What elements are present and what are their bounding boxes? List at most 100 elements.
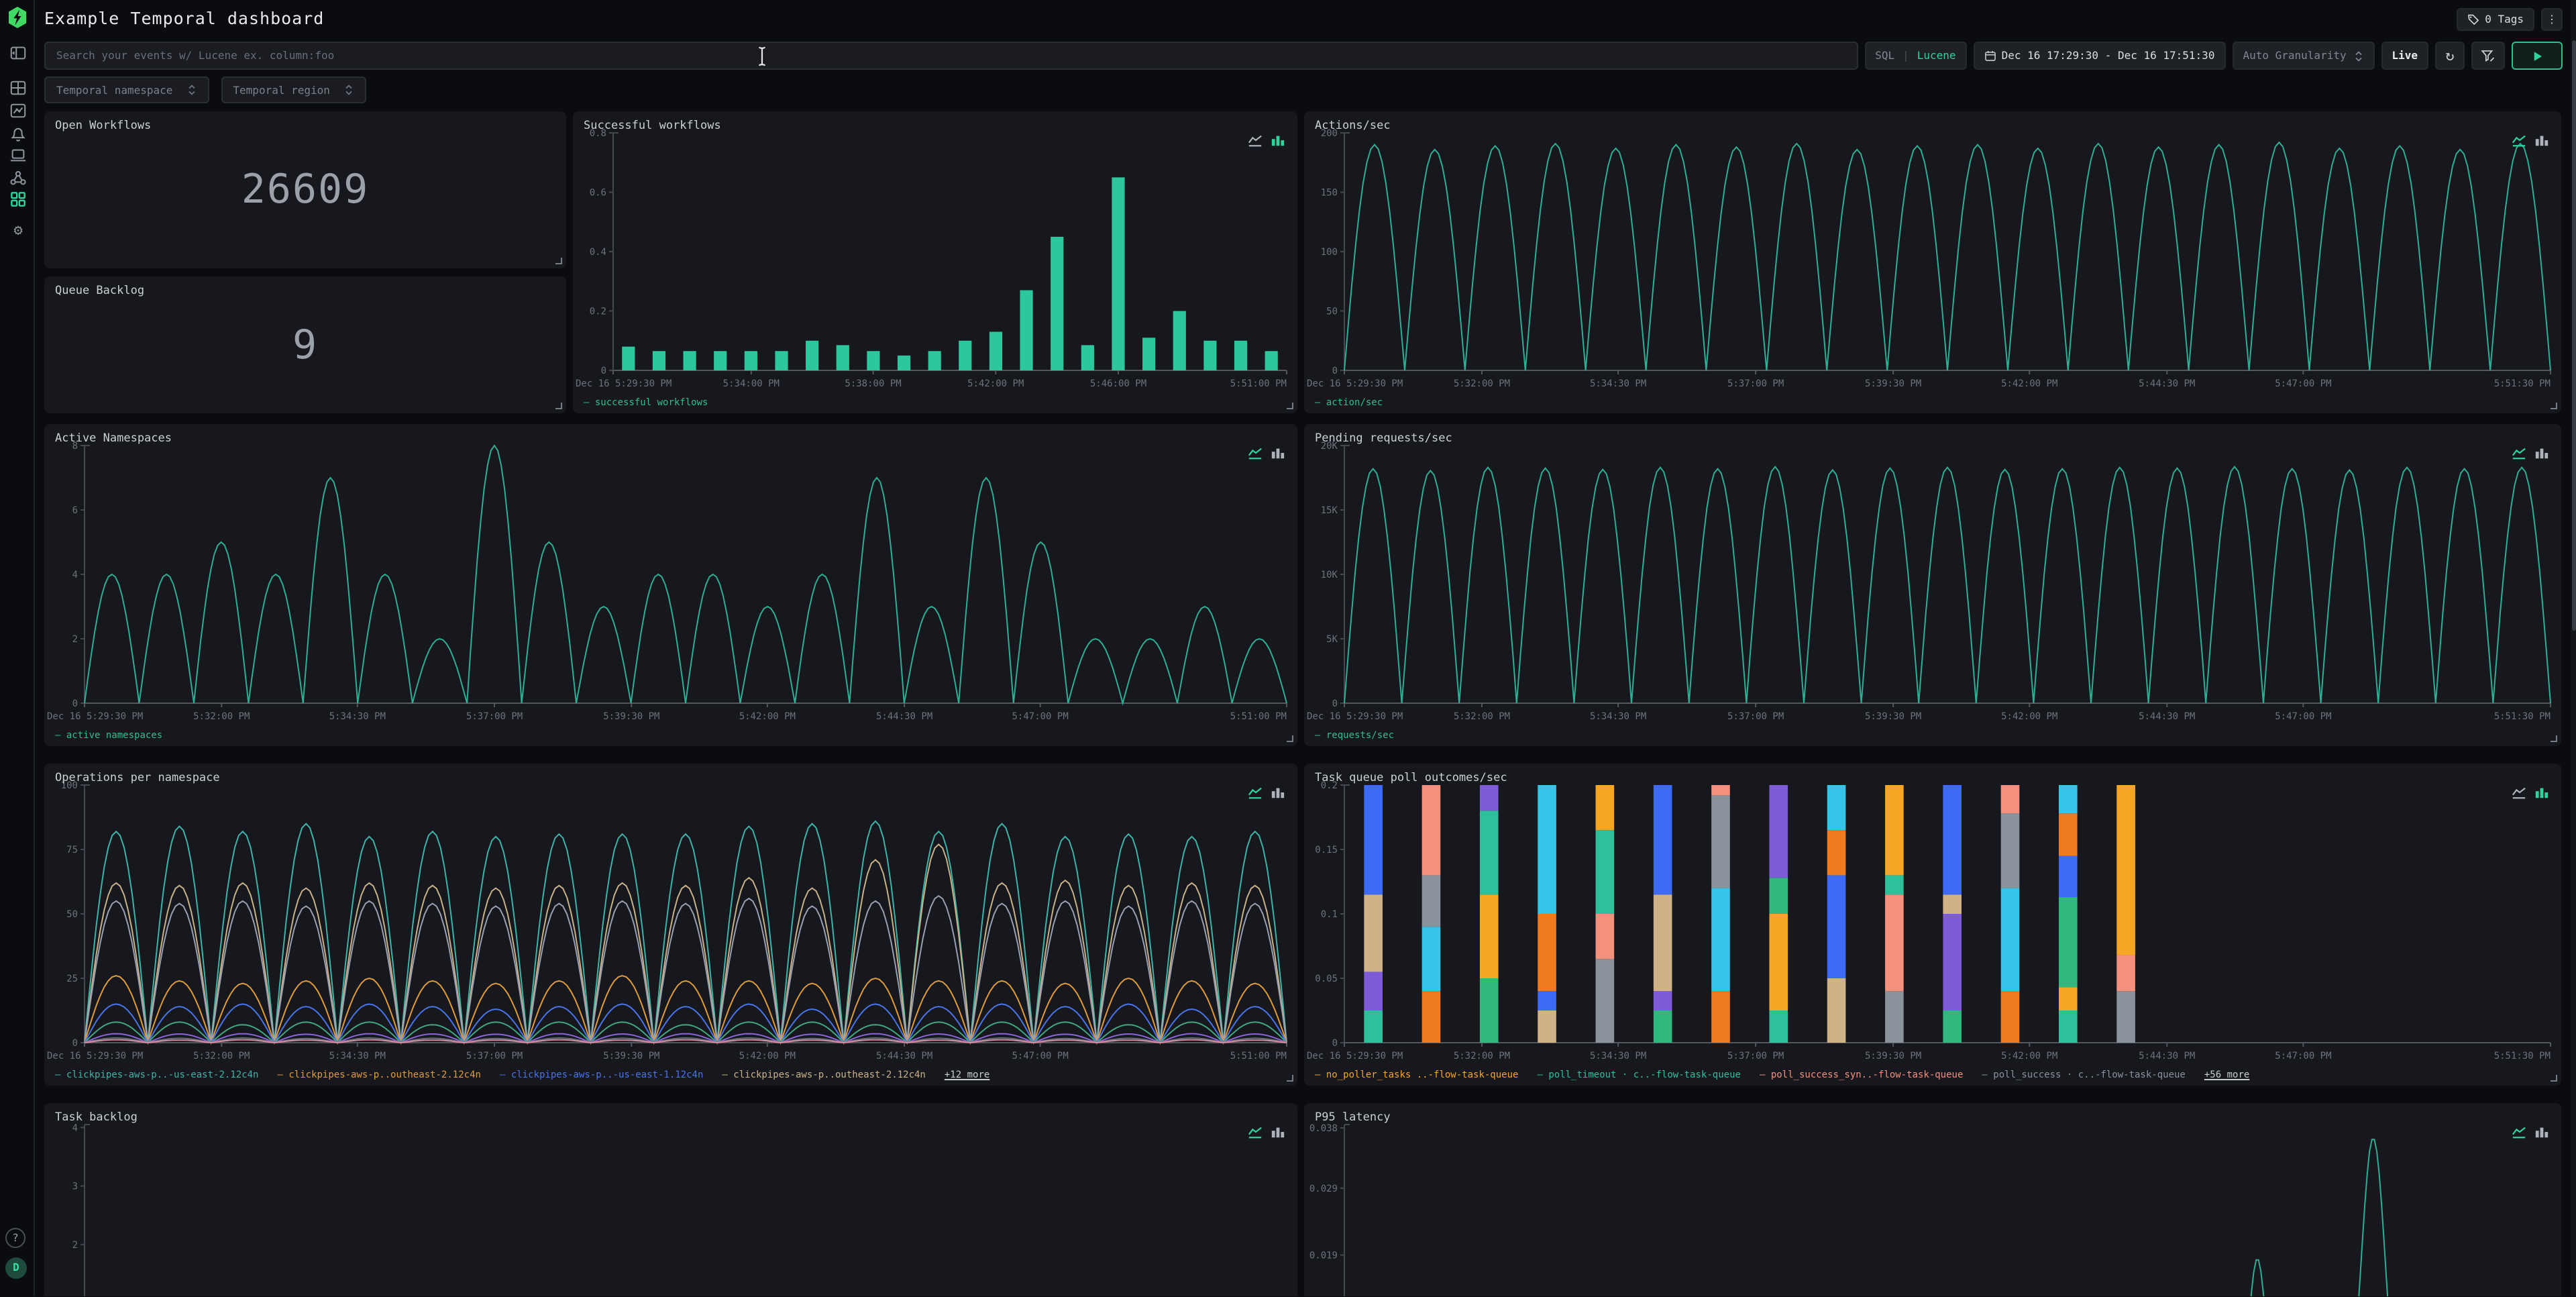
page-title: Example Temporal dashboard bbox=[44, 8, 324, 28]
line-chart-toggle-icon[interactable] bbox=[1248, 133, 1263, 148]
resize-handle[interactable] bbox=[2551, 735, 2557, 742]
resize-handle[interactable] bbox=[1287, 735, 1293, 742]
bar-chart-toggle-icon[interactable] bbox=[1271, 446, 1285, 460]
dashboards-icon[interactable] bbox=[9, 191, 27, 208]
legend-more[interactable]: +56 more bbox=[2204, 1070, 2249, 1080]
hosts-laptop-icon[interactable] bbox=[9, 146, 27, 164]
date-range-picker[interactable]: Dec 16 17:29:30 - Dec 16 17:51:30 bbox=[1974, 42, 2226, 70]
scrollbar-thumb[interactable] bbox=[2571, 40, 2576, 631]
collapse-sidebar-icon[interactable] bbox=[9, 44, 27, 62]
legend-item[interactable]: — poll_timeout · c..-flow-task-queue bbox=[1537, 1070, 1740, 1080]
active-namespaces-chart[interactable]: 02468Dec 16 5:29:30 PM5:32:00 PM5:34:30 … bbox=[44, 424, 1297, 746]
line-chart-toggle-icon[interactable] bbox=[1248, 1125, 1263, 1139]
legend-item[interactable]: — clickpipes-aws-p..outheast-2.12c4n bbox=[277, 1070, 480, 1080]
svg-text:5:37:00 PM: 5:37:00 PM bbox=[466, 1051, 523, 1061]
svg-text:15K: 15K bbox=[1321, 505, 1338, 516]
scrollbar[interactable] bbox=[2571, 0, 2576, 1296]
tables-icon[interactable] bbox=[9, 79, 27, 97]
line-chart-toggle-icon[interactable] bbox=[1248, 785, 1263, 800]
bar-chart-toggle-icon[interactable] bbox=[1271, 1125, 1285, 1139]
line-chart-toggle-icon[interactable] bbox=[1248, 446, 1263, 460]
svg-text:5:34:30 PM: 5:34:30 PM bbox=[1590, 711, 1646, 722]
operations-chart[interactable]: 0255075100Dec 16 5:29:30 PM5:32:00 PM5:3… bbox=[44, 764, 1297, 1086]
kebab-menu-button[interactable]: ⋮ bbox=[2541, 8, 2563, 31]
svg-text:5:42:00 PM: 5:42:00 PM bbox=[739, 711, 796, 722]
alerts-bell-icon[interactable] bbox=[9, 125, 27, 142]
svg-text:5:46:00 PM: 5:46:00 PM bbox=[1090, 378, 1146, 389]
resize-handle[interactable] bbox=[1287, 403, 1293, 409]
bar-chart-toggle-icon[interactable] bbox=[1271, 133, 1285, 148]
namespace-filter-select[interactable]: Temporal namespace bbox=[44, 76, 209, 103]
svg-text:Dec 16 5:29:30 PM: Dec 16 5:29:30 PM bbox=[1307, 1051, 1403, 1061]
legend-item[interactable]: — action/sec bbox=[1315, 397, 1383, 408]
svg-text:0.4: 0.4 bbox=[590, 247, 606, 258]
bar-chart-toggle-icon[interactable] bbox=[2534, 785, 2549, 800]
line-chart-toggle-icon[interactable] bbox=[2512, 1125, 2526, 1139]
sql-option[interactable]: SQL bbox=[1875, 50, 1894, 62]
legend-item[interactable]: — requests/sec bbox=[1315, 730, 1394, 741]
granularity-label: Auto Granularity bbox=[2243, 50, 2346, 62]
service-map-icon[interactable] bbox=[9, 169, 27, 187]
query-language-toggle[interactable]: SQL | Lucene bbox=[1864, 42, 1966, 70]
svg-text:2: 2 bbox=[72, 634, 78, 645]
resize-handle[interactable] bbox=[555, 258, 562, 264]
run-query-button[interactable] bbox=[2512, 42, 2563, 70]
legend-item[interactable]: — clickpipes-aws-p..-us-east-1.12c4n bbox=[500, 1070, 703, 1080]
metrics-chart-icon[interactable] bbox=[9, 102, 27, 119]
help-button[interactable]: ? bbox=[5, 1228, 25, 1248]
line-chart-toggle-icon[interactable] bbox=[2512, 785, 2526, 800]
panel-p95-latency: P95 latency 0.0380.0290.019 bbox=[1304, 1103, 2561, 1296]
actions-sec-chart[interactable]: 050100150200Dec 16 5:29:30 PM5:32:00 PM5… bbox=[1304, 111, 2561, 413]
panel-title: P95 latency bbox=[1315, 1111, 1391, 1125]
legend-item[interactable]: — clickpipes-aws-p..outheast-2.12c4n bbox=[722, 1070, 925, 1080]
region-filter-select[interactable]: Temporal region bbox=[221, 76, 366, 103]
svg-text:5:34:30 PM: 5:34:30 PM bbox=[1590, 1051, 1646, 1061]
task-backlog-chart[interactable]: 432 bbox=[44, 1103, 1297, 1296]
legend-item[interactable]: — active namespaces bbox=[55, 730, 162, 741]
legend-item[interactable]: — poll_success_syn..-flow-task-queue bbox=[1760, 1070, 1963, 1080]
svg-text:5:34:30 PM: 5:34:30 PM bbox=[329, 1051, 386, 1061]
bar-chart-toggle-icon[interactable] bbox=[2534, 133, 2549, 148]
legend-item[interactable]: — poll_success · c..-flow-task-queue bbox=[1982, 1070, 2185, 1080]
svg-text:50: 50 bbox=[66, 909, 78, 920]
svg-text:6: 6 bbox=[72, 505, 78, 516]
legend-item[interactable]: — clickpipes-aws-p..-us-east-2.12c4n bbox=[55, 1070, 258, 1080]
bar-chart-toggle-icon[interactable] bbox=[1271, 785, 1285, 800]
filter-button[interactable] bbox=[2471, 42, 2505, 70]
resize-handle[interactable] bbox=[555, 403, 562, 409]
svg-text:5:51:30 PM: 5:51:30 PM bbox=[2494, 1051, 2551, 1061]
svg-text:5:44:30 PM: 5:44:30 PM bbox=[876, 711, 932, 722]
search-input[interactable] bbox=[44, 42, 1858, 70]
svg-text:5:51:00 PM: 5:51:00 PM bbox=[1230, 711, 1287, 722]
panel-title: Pending requests/sec bbox=[1315, 432, 1452, 446]
user-avatar[interactable]: D bbox=[5, 1257, 27, 1279]
svg-text:5K: 5K bbox=[1326, 634, 1338, 645]
svg-text:0: 0 bbox=[1332, 698, 1338, 709]
legend-more[interactable]: +12 more bbox=[945, 1070, 989, 1080]
line-chart-toggle-icon[interactable] bbox=[2512, 133, 2526, 148]
svg-text:5:32:00 PM: 5:32:00 PM bbox=[193, 1051, 250, 1061]
bar-chart-toggle-icon[interactable] bbox=[2534, 1125, 2549, 1139]
svg-text:4: 4 bbox=[72, 570, 78, 580]
successful-workflows-chart[interactable]: 00.20.40.60.8Dec 16 5:29:30 PM5:34:00 PM… bbox=[573, 111, 1297, 413]
chevron-updown-icon bbox=[343, 83, 354, 97]
app-logo-icon[interactable] bbox=[5, 5, 30, 30]
task-queue-chart[interactable]: 00.050.10.150.2Dec 16 5:29:30 PM5:32:00 … bbox=[1304, 764, 2561, 1086]
live-button[interactable]: Live bbox=[2381, 42, 2428, 70]
legend-item[interactable]: — no_poller_tasks ..-flow-task-queue bbox=[1315, 1070, 1518, 1080]
granularity-select[interactable]: Auto Granularity bbox=[2232, 42, 2374, 70]
p95-latency-chart[interactable]: 0.0380.0290.019 bbox=[1304, 1103, 2561, 1296]
settings-gear-icon[interactable]: ⚙ bbox=[9, 223, 27, 240]
tags-button[interactable]: 0 Tags bbox=[2457, 8, 2534, 31]
line-chart-toggle-icon[interactable] bbox=[2512, 446, 2526, 460]
lucene-option[interactable]: Lucene bbox=[1917, 50, 1956, 62]
svg-text:5:44:30 PM: 5:44:30 PM bbox=[2139, 711, 2195, 722]
legend-item[interactable]: — successful workflows bbox=[584, 397, 708, 408]
pending-requests-chart[interactable]: 05K10K15K20KDec 16 5:29:30 PM5:32:00 PM5… bbox=[1304, 424, 2561, 746]
bar-chart-toggle-icon[interactable] bbox=[2534, 446, 2549, 460]
resize-handle[interactable] bbox=[1287, 1075, 1293, 1082]
resize-handle[interactable] bbox=[2551, 403, 2557, 409]
namespace-filter-label: Temporal namespace bbox=[56, 84, 172, 96]
refresh-button[interactable]: ↻ bbox=[2435, 42, 2465, 70]
resize-handle[interactable] bbox=[2551, 1075, 2557, 1082]
